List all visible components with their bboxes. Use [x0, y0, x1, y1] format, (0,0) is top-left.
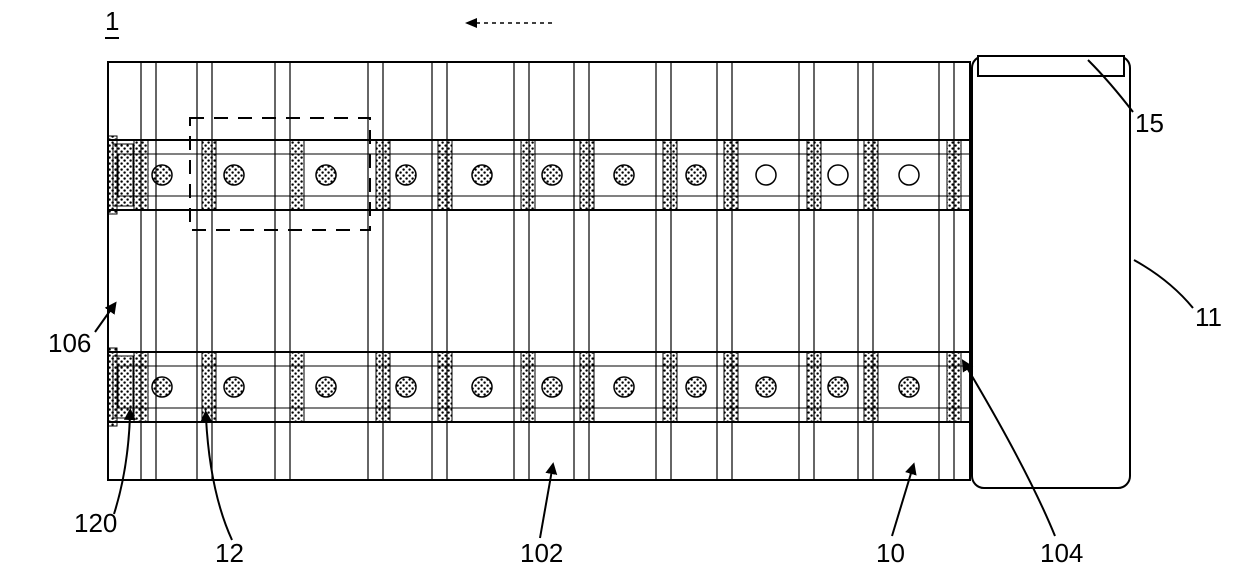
hatched-support [580, 352, 594, 422]
hatched-support [290, 140, 304, 210]
hole-hatched [396, 377, 416, 397]
hole-hatched [686, 165, 706, 185]
hatched-support [438, 140, 452, 210]
hole-empty [828, 165, 848, 185]
hatched-support [202, 140, 216, 210]
hole-hatched [316, 377, 336, 397]
hatched-support [376, 352, 390, 422]
hatched-support [947, 352, 961, 422]
hole-hatched [152, 165, 172, 185]
hatched-support [202, 352, 216, 422]
hole-hatched [756, 377, 776, 397]
hole-hatched [828, 377, 848, 397]
hatched-support [134, 140, 148, 210]
column-lines [141, 62, 954, 480]
hole-hatched [542, 377, 562, 397]
hole-empty [756, 165, 776, 185]
leader-106 [95, 308, 112, 332]
hatched-support [663, 140, 677, 210]
hole-hatched [686, 377, 706, 397]
body-10 [108, 62, 970, 480]
diagram [0, 0, 1240, 583]
hatched-support [724, 352, 738, 422]
hole-hatched [472, 165, 492, 185]
hatched-support [807, 140, 821, 210]
hatched-support [724, 140, 738, 210]
side-container-lip [978, 56, 1124, 76]
detail-box [190, 118, 370, 230]
hole-hatched [542, 165, 562, 185]
hole-hatched [614, 165, 634, 185]
hole-empty [899, 165, 919, 185]
leader-120 [114, 416, 130, 514]
hole-hatched [396, 165, 416, 185]
hatched-support [376, 140, 390, 210]
hole-hatched [614, 377, 634, 397]
direction-arrow [465, 18, 552, 28]
hole-hatched [152, 377, 172, 397]
hatched-support [134, 352, 148, 422]
side-container-11 [972, 56, 1130, 488]
hatched-support [521, 352, 535, 422]
hatched-support [947, 140, 961, 210]
hole-hatched [316, 165, 336, 185]
hole-hatched [224, 377, 244, 397]
hatched-support [521, 140, 535, 210]
end-block-120-top-tab [108, 136, 117, 214]
hatched-support [864, 352, 878, 422]
hatched-support [580, 140, 594, 210]
end-block-120-bot-tab [108, 348, 117, 426]
leader-11 [1134, 260, 1193, 308]
hatched-support [663, 352, 677, 422]
hole-hatched [224, 165, 244, 185]
hatched-support [864, 140, 878, 210]
hole-hatched [899, 377, 919, 397]
hole-hatched [472, 377, 492, 397]
hatched-support [290, 352, 304, 422]
hatched-support [438, 352, 452, 422]
hatched-support [807, 352, 821, 422]
